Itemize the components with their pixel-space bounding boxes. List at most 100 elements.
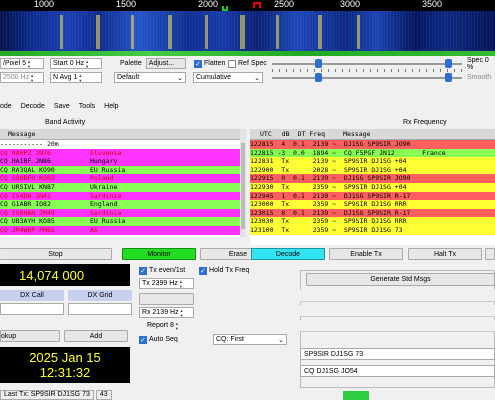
n-avg-spinbox[interactable]: N Avg 1 ▲ ▼ xyxy=(50,72,102,83)
waterfall-display[interactable] xyxy=(0,11,495,56)
adjust-palette-button[interactable]: Adjust... xyxy=(145,58,186,69)
smooth-label: Smooth xyxy=(467,74,492,81)
list-item[interactable]: CQ UR5IVL KN87 Ukraine xyxy=(0,182,240,192)
slider-knob[interactable] xyxy=(445,59,452,68)
row-text: 123015 8 0.1 2139 ~ DJ1SG SP9SIR R-17 xyxy=(250,208,411,217)
rx-frequency-list[interactable]: 122815 4 0.1 2139 ~ DJ1SG SP9SIR JO90 12… xyxy=(250,140,495,245)
list-item[interactable]: CQ UB3AYH KO85 EU Russia xyxy=(0,217,240,226)
scale-label: 2000 xyxy=(197,0,219,9)
row-text: 122915 0 0.1 2139 ~ DJ1SG SP9SIR JO90 xyxy=(250,174,411,183)
menu-bar: ode Decode Save Tools Help xyxy=(0,103,119,113)
list-item[interactable]: 122815 4 0.1 2139 ~ DJ1SG SP9SIR JO90 xyxy=(250,140,495,149)
list-item[interactable]: 122831 Tx 2139 ~ SP9SIR DJ1SG +04 xyxy=(250,157,495,166)
smooth-slider[interactable] xyxy=(272,73,462,82)
report-spinbox[interactable]: Report 8 ▲ ▼ xyxy=(145,320,193,331)
tx-to-rx-button[interactable] xyxy=(139,293,194,305)
list-item[interactable]: 122815 -3 0.0 1894 ~ CQ F5PGF JN12 Franc… xyxy=(250,148,495,158)
list-item[interactable]: 123100 Tx 2359 ~ SP9SIR DJ1SG 73 xyxy=(250,225,495,235)
spin-arrows-icon[interactable]: ▲ ▼ xyxy=(179,279,183,289)
slider-knob[interactable] xyxy=(315,59,322,68)
spin-arrows-icon[interactable]: ▲ ▼ xyxy=(78,73,82,83)
tx-counter: 43 xyxy=(95,389,112,400)
bins-per-pixel-spinbox[interactable]: /Pixel 5 ▲ ▼ xyxy=(0,58,44,69)
halt-tx-button[interactable]: Halt Tx xyxy=(408,248,482,260)
list-item[interactable]: CQ IS4DW JN41 Sardinia xyxy=(0,191,240,201)
list-item[interactable]: 123030 Tx 2359 ~ SP9SIR DJ1SG RRR xyxy=(250,217,495,226)
rx-frequency-spinbox[interactable]: Rx 2139 Hz ▲ ▼ xyxy=(139,307,194,318)
menu-decode[interactable]: Decode xyxy=(21,103,45,113)
tx-unit: Hz xyxy=(169,280,178,287)
generate-std-msgs-button[interactable]: Generate Std Msgs xyxy=(306,273,495,286)
list-item[interactable]: 122900 Tx 2028 ~ SP9SIR DJ1SG +04 xyxy=(250,165,495,175)
tx1-message[interactable] xyxy=(300,290,495,302)
slider-knob[interactable] xyxy=(315,73,322,82)
spin-arrows-icon[interactable]: ▲ ▼ xyxy=(30,73,34,83)
tx-progress-indicator xyxy=(343,391,369,400)
flatten-checkbox[interactable]: ✓ Flatten xyxy=(194,58,225,69)
menu-help[interactable]: Help xyxy=(104,103,118,113)
menu-save[interactable]: Save xyxy=(54,103,70,113)
palette-select[interactable]: Default ⌄ xyxy=(114,72,186,83)
lookup-button[interactable]: okup xyxy=(0,330,60,342)
signal-trace xyxy=(168,15,172,49)
cq-select[interactable]: CQ: First ⌄ xyxy=(213,334,287,345)
dial-frequency-display: 14,074 000 xyxy=(0,264,130,286)
rx-frequency-marker[interactable] xyxy=(253,2,261,8)
list-item[interactable]: 123000 Tx 2359 ~ SP9SIR DJ1SG RRR xyxy=(250,200,495,209)
spin-arrows-icon[interactable]: ▲ ▼ xyxy=(85,59,89,69)
hz-unit: Hz xyxy=(20,74,30,81)
spec-label: Spec 0 % xyxy=(467,56,489,71)
stop-button[interactable]: Stop xyxy=(0,248,112,260)
decode-button[interactable]: Decode xyxy=(251,248,325,260)
menu-tools[interactable]: Tools xyxy=(79,103,95,113)
dx-call-input[interactable] xyxy=(0,303,64,315)
list-item[interactable]: CQ JM4WQP PM85 AS xyxy=(0,225,240,235)
tx3-message[interactable] xyxy=(300,320,495,332)
enable-tx-button[interactable]: Enable Tx xyxy=(329,248,403,260)
last-tx-status: Last Tx: SP9SIR DJ1SG 73 xyxy=(0,389,94,400)
band-activity-list[interactable]: ----------- 20m CQ 9A0PZ JN76 Slovenia C… xyxy=(0,140,240,237)
waterfall-gain-slider[interactable] xyxy=(272,59,462,72)
spin-arrows-icon[interactable]: ▲ ▼ xyxy=(180,308,184,318)
list-item[interactable]: CQ G1ABR IO82 England xyxy=(0,200,240,209)
list-item[interactable]: CQ RA3QAL KO90 EU Russia xyxy=(0,165,240,175)
menu-mode[interactable]: ode xyxy=(0,103,12,113)
list-item[interactable]: 123015 8 0.1 2139 ~ DJ1SG SP9SIR R-17 xyxy=(250,208,495,218)
list-item[interactable]: CQ 9A0PZ JN76 Slovenia xyxy=(0,148,240,158)
monitor-button[interactable]: Monitor xyxy=(122,248,196,260)
tx2-message[interactable] xyxy=(300,305,495,317)
list-item[interactable]: CQ HA1BF JN86 Hungary xyxy=(0,157,240,166)
dx-call-label: DX Call xyxy=(0,290,64,301)
auto-seq-checkbox[interactable]: ✓ Auto Seq xyxy=(139,334,178,345)
scrollbar-thumb[interactable] xyxy=(241,143,245,229)
spectrum-type-select[interactable]: Cumulative ⌄ xyxy=(193,72,263,83)
ref-spec-checkbox[interactable]: Ref Spec xyxy=(228,58,267,69)
list-item[interactable]: 122915 0 0.1 2139 ~ DJ1SG SP9SIR JO90 xyxy=(250,174,495,183)
start-frequency-spinbox[interactable]: Start 0 Hz ▲ ▼ xyxy=(50,58,102,69)
dx-grid-label: DX Grid xyxy=(68,290,132,301)
rx-unit: Hz xyxy=(170,309,179,316)
list-item[interactable]: ----------- 20m xyxy=(0,140,240,149)
spin-arrows-icon[interactable]: ▲ ▼ xyxy=(27,59,31,69)
list-item[interactable]: 122945 1 0.1 2139 ~ DJ1SG SP9SIR R-17 xyxy=(250,191,495,201)
tx6-message-input[interactable]: CQ DJ1SG JO54 xyxy=(300,365,495,377)
band-activity-scrollbar[interactable] xyxy=(240,129,246,237)
list-item[interactable]: CQ IS0HAN JM49 Sardinia xyxy=(0,208,240,218)
row-text: 122831 Tx 2139 ~ SP9SIR DJ1SG +04 xyxy=(250,157,407,166)
freq-column-header: Freq xyxy=(309,130,326,138)
rx-value: 2139 xyxy=(152,309,169,316)
slider-knob[interactable] xyxy=(445,73,452,82)
row-text: CQ IS0HAN JM49 Sardinia xyxy=(0,208,122,217)
list-item[interactable]: 122930 Tx 2359 ~ SP9SIR DJ1SG +04 xyxy=(250,182,495,192)
tune-button[interactable] xyxy=(485,248,495,260)
tx5-message-input[interactable]: SP9SIR DJ1SG 73 xyxy=(300,348,495,360)
dx-grid-input[interactable] xyxy=(68,303,132,315)
tx-frequency-spinbox[interactable]: Tx 2399 Hz ▲ ▼ xyxy=(139,278,194,289)
tx-even-checkbox[interactable]: ✓ Tx even/1st xyxy=(139,265,185,276)
list-item[interactable]: CQ SQ8BFO KO02 Poland xyxy=(0,174,240,183)
hold-tx-freq-checkbox[interactable]: ✓ Hold Tx Freq xyxy=(199,265,249,276)
spin-arrows-icon[interactable]: ▲ ▼ xyxy=(175,321,179,331)
add-button[interactable]: Add xyxy=(64,330,128,342)
tx5-message-text: SP9SIR DJ1SG 73 xyxy=(304,350,364,358)
frequency-spinbox[interactable]: 2500 Hz ▲ ▼ xyxy=(0,72,44,83)
